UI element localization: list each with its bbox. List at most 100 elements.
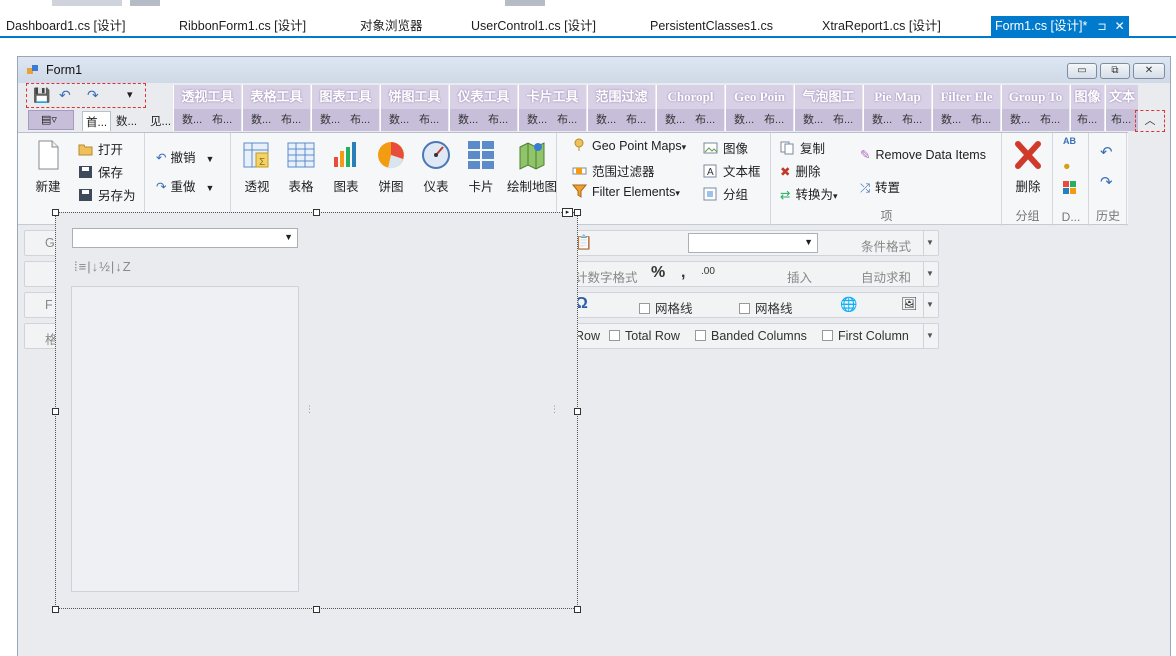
close-tab-icon[interactable]: ✕ [1115, 16, 1125, 37]
first-column-option[interactable]: First Column [822, 329, 909, 343]
ctx-subtab[interactable]: 数... [872, 109, 892, 131]
ctx-group-group-tools[interactable]: Group To 数... 布... [1001, 85, 1069, 131]
delete-item-button[interactable]: ✖ 删除 [780, 161, 821, 180]
restore-button[interactable]: ⧉ [1100, 63, 1130, 79]
pivot-button[interactable]: Σ 透视 [238, 139, 276, 195]
ctx-subtab[interactable]: 布... [212, 109, 232, 131]
sort-icons[interactable]: ⁞≡|↓½|↓Z [74, 259, 132, 274]
pie-button[interactable]: 饼图 [372, 139, 410, 195]
smart-tag-icon[interactable]: ▸ [562, 208, 573, 217]
redo-icon[interactable]: ↷ [87, 87, 99, 104]
remove-data-items-button[interactable]: ✎ Remove Data Items [860, 147, 986, 162]
ctx-group-geo-point[interactable]: Geo Poin 数... 布... [725, 85, 793, 131]
ctx-subtab[interactable]: 布... [902, 109, 922, 131]
range-filter-button[interactable]: 范围过滤器 [572, 161, 655, 180]
ctx-subtab[interactable]: 数... [458, 109, 478, 131]
ctx-subtab[interactable]: 数... [182, 109, 202, 131]
resize-handle[interactable] [52, 606, 59, 613]
ctx-subtab[interactable]: 布... [1077, 109, 1097, 131]
percent-button[interactable]: % [651, 264, 665, 282]
convert-to-button[interactable]: ⇄ 转换为▾ [780, 184, 838, 203]
ctx-subtab[interactable]: 布... [971, 109, 991, 131]
ctx-group-card[interactable]: 卡片工具 数... 布... [518, 85, 586, 131]
ctx-subtab[interactable]: 布... [626, 109, 646, 131]
ctx-group-image[interactable]: 图像 布... [1070, 85, 1104, 131]
resize-handle[interactable] [574, 408, 581, 415]
filter-combo[interactable]: ▼ [72, 228, 298, 248]
ctx-group-choropleth[interactable]: Choropl 数... 布... [656, 85, 724, 131]
ctx-subtab[interactable]: 布... [350, 109, 370, 131]
customize-qat-icon[interactable]: ▾ [127, 88, 133, 101]
resize-handle[interactable] [574, 209, 581, 216]
doc-tab-ribbonform1[interactable]: RibbonForm1.cs [设计] [175, 16, 310, 37]
ctx-subtab[interactable]: 布... [1111, 109, 1131, 131]
ctx-group-pie[interactable]: 饼图工具 数... 布... [380, 85, 448, 131]
ctx-group-range-filter[interactable]: 范围过滤 数... 布... [587, 85, 655, 131]
filter-elements-button[interactable]: Filter Elements▾ [572, 184, 680, 199]
undo-icon[interactable]: ↶ [59, 87, 71, 104]
redo-button[interactable]: ↷ 重做 ▼ [156, 176, 214, 195]
doc-tab-xtrareport1[interactable]: XtraReport1.cs [设计] [818, 16, 945, 37]
chevron-down-icon[interactable]: ▼ [923, 262, 936, 286]
ctx-subtab[interactable]: 数... [251, 109, 271, 131]
ctx-group-bubble[interactable]: 气泡图工 数... 布... [794, 85, 862, 131]
chevron-down-icon[interactable]: ▼ [206, 154, 215, 164]
tab-data[interactable]: 数... [116, 113, 137, 129]
comma-button[interactable]: , [681, 264, 685, 282]
save-as-button[interactable]: 另存为 [78, 185, 136, 204]
ctx-group-pivot[interactable]: 透视工具 数... 布... [173, 85, 241, 131]
ctx-subtab[interactable]: 数... [527, 109, 547, 131]
chevron-down-icon[interactable]: ▼ [923, 231, 936, 255]
picture-icon[interactable]: 🖼 [901, 296, 918, 312]
doc-tab-persistentclasses1[interactable]: PersistentClasses1.cs [646, 16, 777, 37]
currency-icon[interactable]: ● [1063, 159, 1071, 173]
ctx-subtab[interactable]: 数... [389, 109, 409, 131]
close-button[interactable]: ✕ [1133, 63, 1165, 79]
decimal-button[interactable]: .00 [701, 266, 715, 277]
ctx-subtab[interactable]: 布... [833, 109, 853, 131]
copy-button[interactable]: 复制 [780, 138, 825, 157]
resize-handle[interactable] [313, 209, 320, 216]
ctx-group-grid[interactable]: 表格工具 数... 布... [242, 85, 310, 131]
map-button[interactable]: 绘制地图 [507, 139, 557, 195]
image-button[interactable]: 图像 [703, 138, 748, 157]
ctx-subtab[interactable]: 布... [764, 109, 784, 131]
resize-handle[interactable] [52, 408, 59, 415]
undo-icon[interactable]: ↶ [1100, 143, 1113, 161]
transpose-button[interactable]: ⤮ 转置 [860, 177, 900, 196]
ctx-subtab[interactable]: 数... [803, 109, 823, 131]
chevron-down-icon[interactable]: ▼ [923, 293, 936, 317]
geo-point-maps-button[interactable]: Geo Point Maps▾ [572, 138, 686, 153]
doc-tab-form1[interactable]: Form1.cs [设计]* ⊐ ✕ [991, 16, 1129, 37]
ctx-group-pie-map[interactable]: Pie Map 数... 布... [863, 85, 931, 131]
doc-tab-dashboard1[interactable]: Dashboard1.cs [设计] [2, 16, 130, 37]
splitter-grip-icon[interactable]: ⋮ [305, 404, 314, 415]
pin-icon[interactable]: ⊐ [1097, 17, 1106, 38]
gridlines-2[interactable]: 网格线 [739, 298, 793, 317]
resize-handle[interactable] [52, 209, 59, 216]
group-button[interactable]: 分组 [703, 184, 748, 203]
resize-handle[interactable] [574, 606, 581, 613]
font-combo[interactable]: ▼ [688, 233, 818, 253]
save-icon[interactable]: 💾 [33, 87, 50, 104]
ctx-subtab[interactable]: 数... [734, 109, 754, 131]
save-button[interactable]: 保存 [78, 162, 123, 181]
ctx-subtab[interactable]: 数... [596, 109, 616, 131]
spell-check-icon[interactable]: AB [1063, 136, 1076, 146]
ctx-subtab[interactable]: 布... [488, 109, 508, 131]
gridlines-1[interactable]: 网格线 [639, 298, 693, 317]
chart-button[interactable]: 图表 [327, 139, 365, 195]
ctx-subtab[interactable]: 数... [320, 109, 340, 131]
grid-button[interactable]: 表格 [282, 139, 320, 195]
textbox-button[interactable]: A 文本框 [703, 161, 761, 180]
chevron-down-icon[interactable]: ▼ [206, 183, 215, 193]
tab-home[interactable]: 首... [82, 111, 112, 131]
gauge-button[interactable]: 仪表 [417, 139, 455, 195]
ctx-subtab[interactable]: 布... [281, 109, 301, 131]
chevron-down-icon[interactable]: ▼ [923, 324, 936, 348]
ctx-subtab[interactable]: 数... [941, 109, 961, 131]
ctx-subtab[interactable]: 布... [557, 109, 577, 131]
banded-columns-option[interactable]: Banded Columns [695, 329, 807, 343]
tab-view[interactable]: 见... [150, 113, 171, 129]
undo-button[interactable]: ↶ 撤销 ▼ [156, 147, 214, 166]
